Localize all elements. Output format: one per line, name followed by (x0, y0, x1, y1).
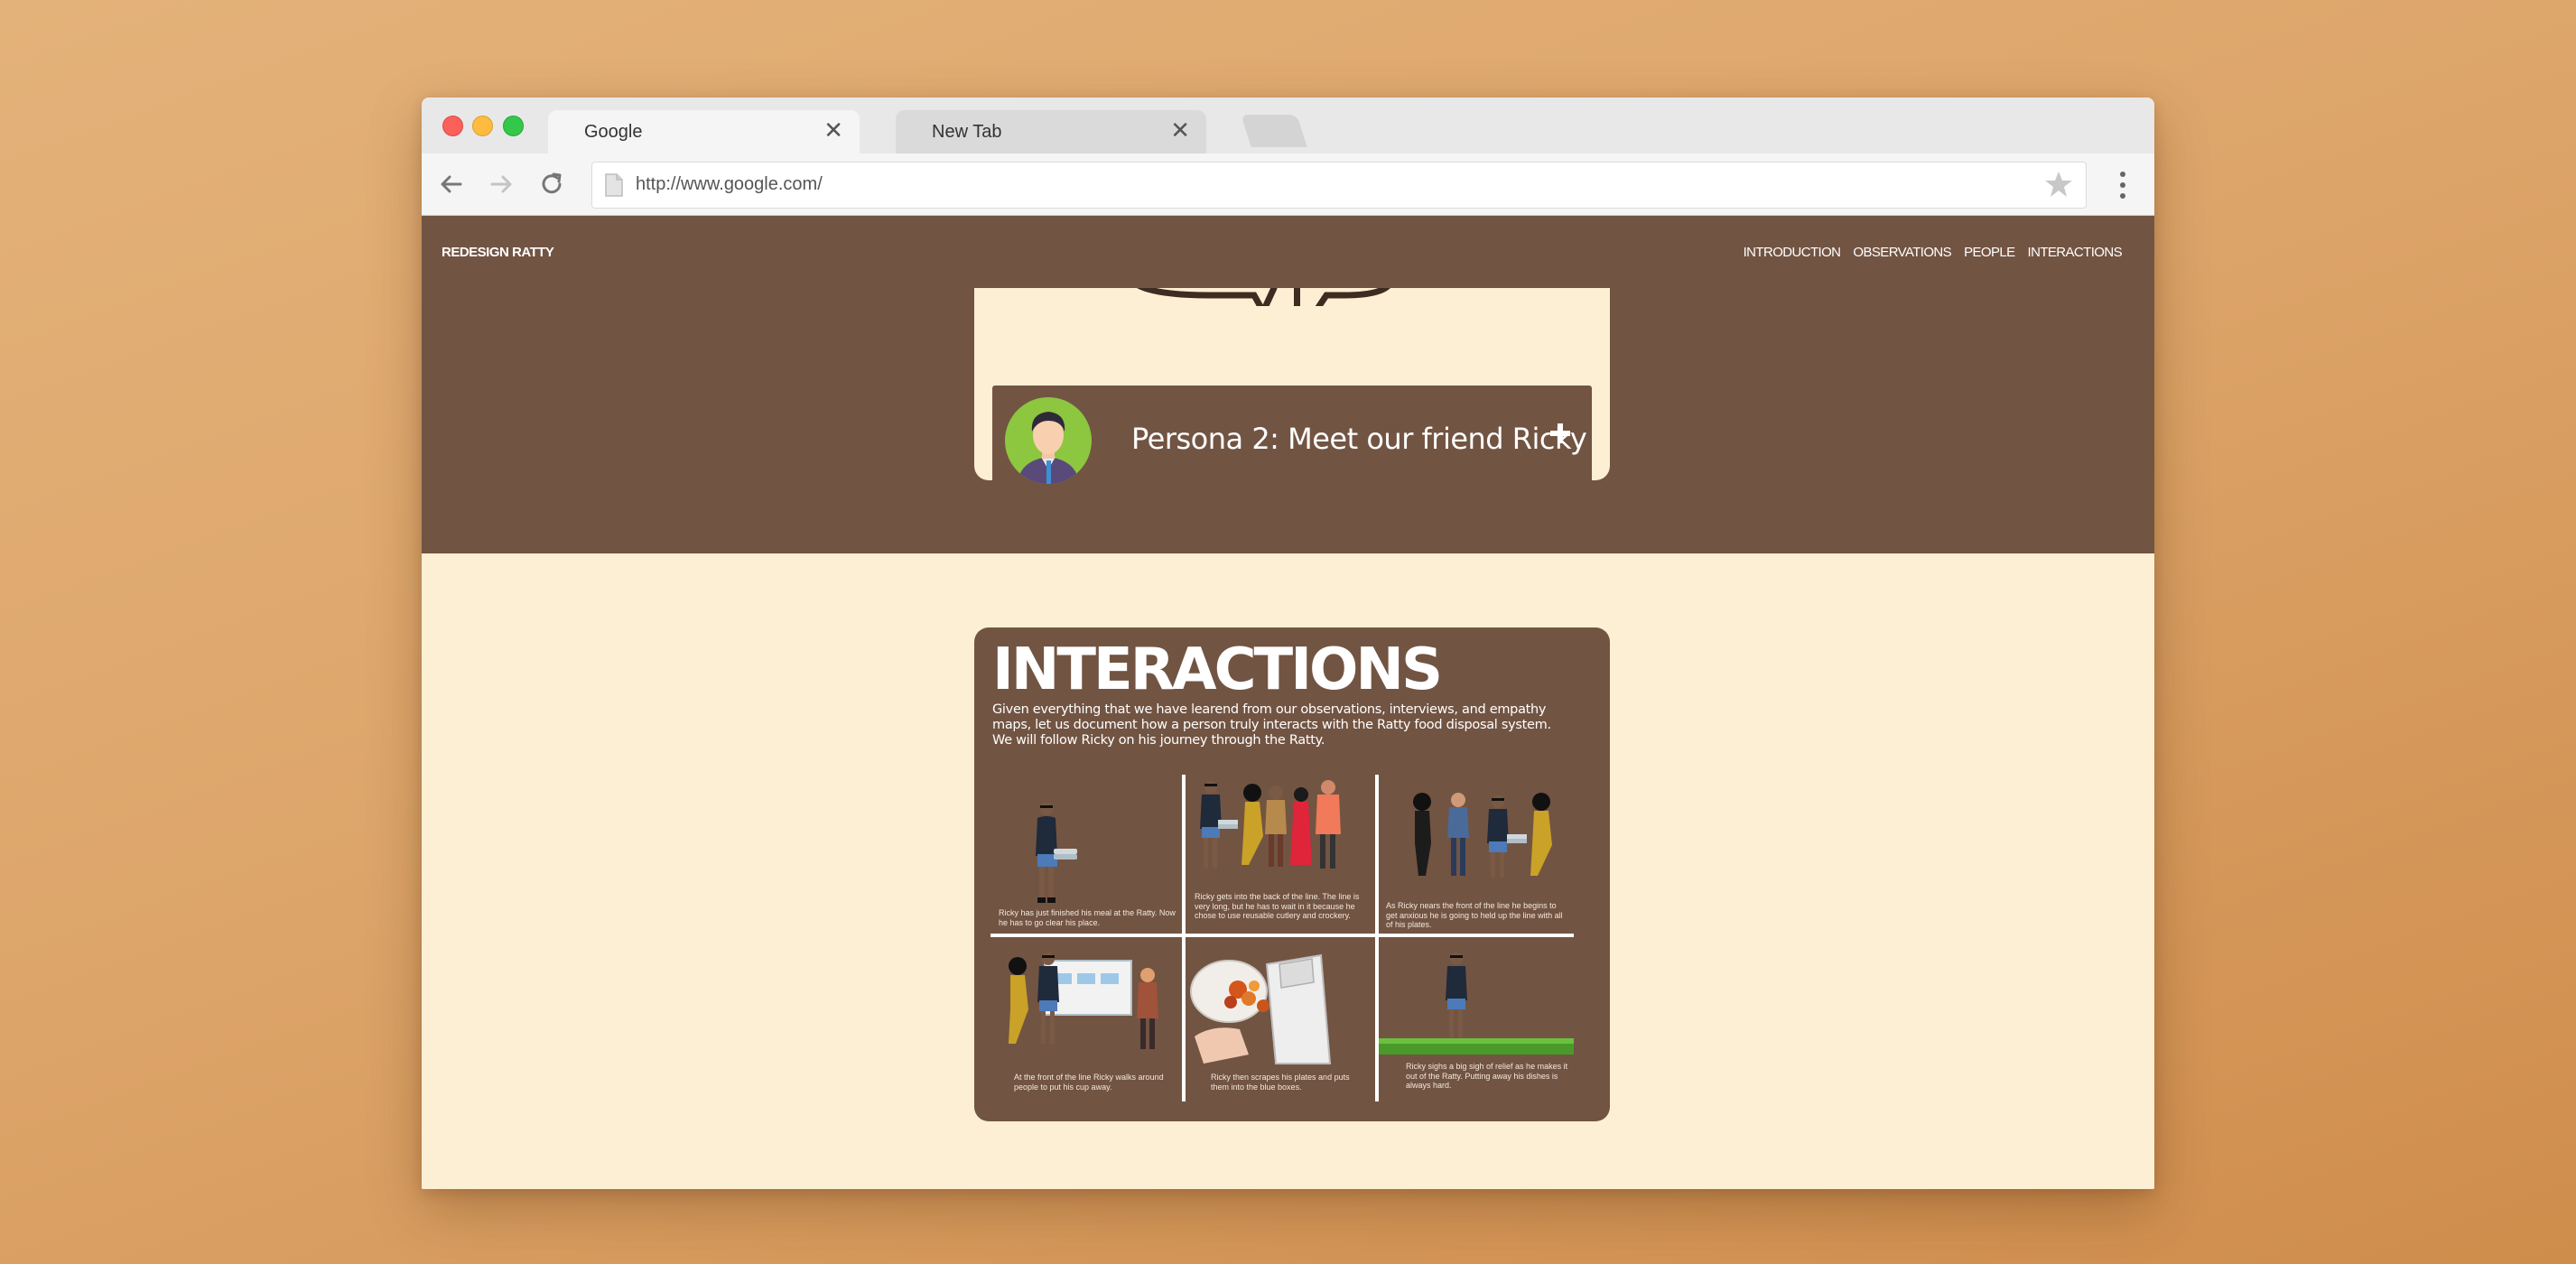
nav-link-introduction[interactable]: INTRODUCTION (1744, 245, 1841, 260)
site-navbar: REDESIGN RATTY INTRODUCTION OBSERVATIONS… (422, 216, 2154, 288)
ricky-with-plates-illustration (1036, 803, 1077, 903)
more-menu-icon[interactable] (2118, 170, 2127, 200)
plus-icon[interactable] (1548, 422, 1572, 445)
scraping-plates-illustration (1190, 953, 1332, 1064)
tab-bar: Google ✕ New Tab ✕ (422, 98, 2154, 153)
ricky-exits-illustration (1379, 953, 1574, 1055)
cup-return-illustration (1009, 953, 1158, 1049)
tab-label: Google (584, 122, 643, 142)
arrow-left-icon (441, 175, 462, 193)
persona-avatar (1005, 397, 1092, 484)
storyboard-panel-2: Ricky gets into the back of the line. Th… (1186, 775, 1375, 934)
interactions-description: Given everything that we have learend fr… (992, 702, 1551, 748)
site-brand[interactable]: REDESIGN RATTY (442, 245, 554, 260)
panel-caption: As Ricky nears the front of the line he … (1386, 901, 1563, 929)
close-icon[interactable]: ✕ (1170, 118, 1190, 142)
interactions-card: INTERACTIONS Given everything that we ha… (974, 627, 1610, 1121)
interactions-heading: INTERACTIONS (992, 637, 1443, 703)
back-button[interactable] (436, 169, 467, 200)
ricky-near-front-illustration (1413, 793, 1552, 878)
bookmark-star-icon[interactable] (2042, 168, 2075, 200)
persona-title: Persona 2: Meet our friend Ricky (1131, 422, 1587, 456)
nav-link-interactions[interactable]: INTERACTIONS (2028, 245, 2123, 260)
arrow-right-icon (490, 175, 512, 193)
storyboard-panel-1: Ricky has just finished his meal at the … (990, 775, 1182, 934)
panel-caption: Ricky then scrapes his plates and puts t… (1211, 1073, 1350, 1092)
tab-label: New Tab (932, 122, 1002, 142)
reload-icon (542, 172, 562, 194)
close-icon[interactable]: ✕ (823, 118, 843, 142)
new-tab-button[interactable] (1241, 115, 1307, 147)
panel-caption: Ricky has just finished his meal at the … (999, 908, 1176, 927)
browser-toolbar: http://www.google.com/ (422, 153, 2154, 216)
reload-button[interactable] (536, 169, 567, 200)
storyboard-grid: Ricky has just finished his meal at the … (990, 775, 1574, 1101)
forward-button[interactable] (486, 169, 516, 200)
browser-window: Google ✕ New Tab ✕ http://www.google.com… (422, 98, 2154, 1189)
storyboard-panel-4: At the front of the line Ricky walks aro… (990, 937, 1182, 1101)
close-window-button[interactable] (442, 116, 463, 136)
address-bar[interactable]: http://www.google.com/ (591, 162, 2087, 209)
site-nav-links: INTRODUCTION OBSERVATIONS PEOPLE INTERAC… (1744, 245, 2123, 260)
tab-new-tab[interactable]: New Tab ✕ (896, 110, 1206, 153)
storyboard-panel-6: Ricky sighs a big sigh of relief as he m… (1379, 937, 1574, 1101)
page-icon (605, 173, 623, 197)
panel-caption: Ricky gets into the back of the line. Th… (1195, 892, 1360, 920)
storyboard-panel-3: As Ricky nears the front of the line he … (1379, 775, 1574, 934)
maximize-window-button[interactable] (503, 116, 524, 136)
persona-accordion-header[interactable]: Persona 2: Meet our friend Ricky (992, 386, 1592, 495)
panel-caption: Ricky sighs a big sigh of relief as he m… (1406, 1062, 1568, 1090)
nav-link-observations[interactable]: OBSERVATIONS (1853, 245, 1951, 260)
panel-caption: At the front of the line Ricky walks aro… (1014, 1073, 1164, 1092)
nav-link-people[interactable]: PEOPLE (1964, 245, 2015, 260)
page-viewport: REDESIGN RATTY INTRODUCTION OBSERVATIONS… (422, 216, 2154, 1189)
tab-google[interactable]: Google ✕ (548, 110, 860, 153)
minimize-window-button[interactable] (472, 116, 493, 136)
line-of-people-illustration (1200, 780, 1341, 869)
url-text: http://www.google.com/ (636, 174, 823, 194)
storyboard-panel-5: Ricky then scrapes his plates and puts t… (1186, 937, 1375, 1101)
